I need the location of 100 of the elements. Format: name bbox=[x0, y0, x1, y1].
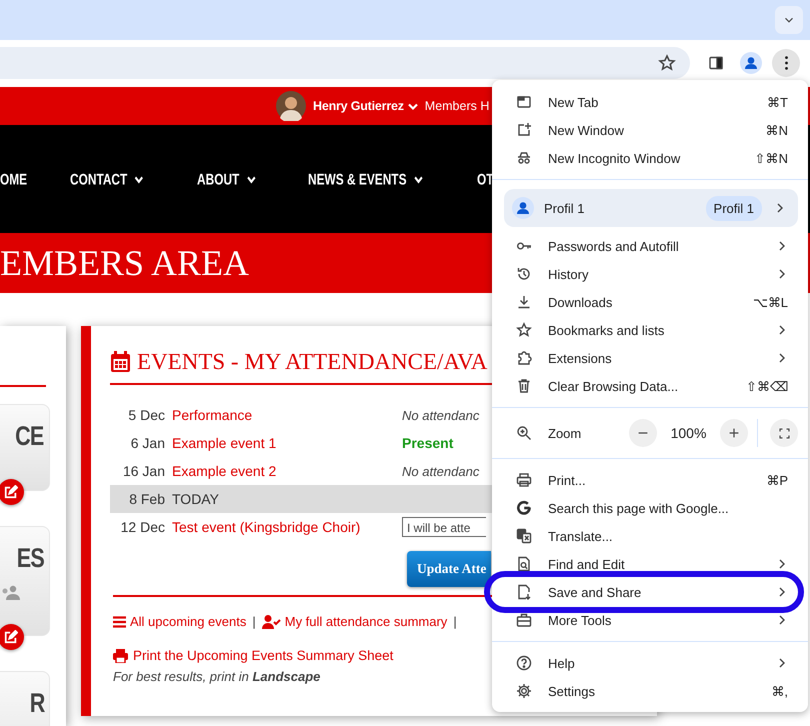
event-date: 12 Dec bbox=[120, 519, 165, 535]
keyboard-shortcut: ⌥⌘L bbox=[752, 294, 788, 310]
menu-item[interactable]: New Tab bbox=[548, 94, 768, 110]
event-link[interactable]: Example event 1 bbox=[172, 435, 402, 451]
people-icon bbox=[0, 585, 20, 601]
menu-item[interactable]: New Incognito Window bbox=[548, 150, 755, 166]
new-window-icon bbox=[516, 122, 532, 138]
page-banner-title: EMBERS AREA bbox=[0, 242, 250, 284]
sidebar-tile[interactable]: ES bbox=[0, 526, 50, 636]
g-logo-icon bbox=[516, 500, 532, 516]
find-page-icon bbox=[516, 556, 532, 572]
edit-button[interactable] bbox=[0, 479, 24, 505]
history-icon bbox=[516, 266, 532, 282]
edit-icon bbox=[4, 630, 18, 644]
menu-item[interactable]: Downloads bbox=[548, 294, 753, 310]
attendance-status: No attendanc bbox=[402, 408, 480, 423]
person-icon bbox=[740, 52, 762, 74]
keyboard-shortcut: ⇧⌘N bbox=[754, 150, 788, 166]
menu-item[interactable]: Save and Share bbox=[548, 584, 770, 600]
edit-icon bbox=[4, 485, 18, 499]
printer-icon bbox=[516, 472, 532, 488]
sidebar-tile[interactable]: CE bbox=[0, 404, 50, 491]
profile-button[interactable] bbox=[737, 49, 765, 77]
event-date: 6 Jan bbox=[130, 435, 165, 451]
menu-item[interactable]: Search this page with Google... bbox=[548, 500, 786, 516]
save-page-icon bbox=[516, 584, 532, 600]
menu-item[interactable]: Help bbox=[548, 656, 770, 670]
menu-button[interactable] bbox=[772, 49, 800, 77]
fullscreen-button[interactable] bbox=[770, 419, 798, 447]
user-check-icon bbox=[262, 614, 281, 628]
side-panel-icon bbox=[708, 55, 724, 71]
nav-link[interactable]: OME bbox=[0, 170, 28, 188]
zoom-in-button[interactable] bbox=[720, 419, 748, 447]
attendance-select[interactable]: I will be atte bbox=[402, 517, 486, 537]
settings-icon bbox=[516, 683, 532, 699]
toolbox-icon bbox=[516, 612, 532, 628]
plus-icon bbox=[727, 426, 741, 440]
menu-label: Zoom bbox=[548, 426, 582, 440]
nav-link[interactable]: OT bbox=[477, 170, 494, 188]
trash-icon bbox=[516, 378, 532, 394]
puzzle-icon bbox=[516, 350, 532, 366]
link-separator: | bbox=[453, 614, 457, 629]
calendar-icon bbox=[110, 351, 131, 373]
star-icon bbox=[658, 54, 676, 72]
menu-item[interactable]: Translate... bbox=[548, 528, 786, 544]
print-note: For best results, print in Landscape bbox=[113, 669, 322, 684]
menu-item[interactable]: Extensions bbox=[548, 350, 770, 366]
zoom-in-icon bbox=[516, 425, 532, 441]
printer-icon bbox=[113, 648, 128, 662]
attendance-status: No attendanc bbox=[402, 464, 480, 479]
link-separator: | bbox=[252, 614, 256, 629]
event-link[interactable]: Example event 2 bbox=[172, 463, 402, 479]
event-date: 8 Feb bbox=[128, 491, 165, 507]
profile-item[interactable]: Profil 1 Profil 1 bbox=[504, 189, 798, 227]
print-link[interactable]: Print the Upcoming Events Summary Sheet bbox=[133, 648, 394, 663]
menu-item[interactable]: Passwords and Autofill bbox=[548, 238, 770, 254]
nav-link[interactable]: NEWS & EVENTS bbox=[308, 170, 424, 188]
sidebar-tile[interactable]: R bbox=[0, 671, 50, 726]
events-link[interactable]: All upcoming events bbox=[130, 614, 246, 629]
person-icon bbox=[512, 197, 534, 219]
today-label: TODAY bbox=[172, 491, 220, 507]
event-link[interactable]: Test event (Kingsbridge Choir) bbox=[172, 519, 402, 535]
nav-link[interactable]: CONTACT bbox=[70, 170, 144, 188]
menu-item[interactable]: Clear Browsing Data... bbox=[548, 378, 746, 394]
keyboard-shortcut: ⌘, bbox=[771, 684, 788, 698]
help-icon bbox=[516, 655, 532, 671]
events-title: EVENTS - MY ATTENDANCE/AVA bbox=[137, 349, 488, 375]
attendance-status: Present bbox=[402, 435, 454, 451]
incognito-icon bbox=[516, 150, 532, 166]
profile-badge: Profil 1 bbox=[706, 196, 762, 220]
keyboard-shortcut: ⇧⌘⌫ bbox=[746, 378, 788, 394]
menu-item[interactable]: New Window bbox=[548, 122, 766, 138]
event-link[interactable]: Performance bbox=[172, 407, 402, 423]
menu-item[interactable]: More Tools bbox=[548, 612, 770, 628]
menu-item[interactable]: Find and Edit bbox=[548, 556, 770, 572]
user-menu-link[interactable]: Henry Gutierrez bbox=[313, 99, 419, 113]
event-date: 5 Dec bbox=[127, 407, 165, 423]
zoom-level: 100% bbox=[670, 425, 708, 441]
translate-icon bbox=[516, 528, 532, 544]
keyboard-shortcut: ⌘P bbox=[766, 472, 788, 488]
download-icon bbox=[516, 294, 532, 310]
keyboard-shortcut: ⌘T bbox=[767, 94, 788, 110]
edit-button[interactable] bbox=[0, 624, 24, 650]
star-icon bbox=[516, 322, 532, 338]
fullscreen-icon bbox=[778, 426, 790, 440]
members-link[interactable]: Members H bbox=[424, 99, 490, 113]
events-link[interactable]: My full attendance summary bbox=[284, 614, 448, 629]
menu-icon bbox=[784, 56, 788, 70]
keyboard-shortcut: ⌘N bbox=[766, 122, 788, 138]
avatar-icon bbox=[276, 91, 306, 121]
caret-icon bbox=[406, 102, 419, 110]
tab-icon bbox=[516, 94, 532, 110]
event-date: 16 Jan bbox=[122, 463, 165, 479]
nav-link[interactable]: ABOUT bbox=[197, 170, 256, 188]
list-icon bbox=[113, 616, 126, 628]
menu-item[interactable]: History bbox=[548, 266, 770, 282]
menu-item[interactable]: Bookmarks and lists bbox=[548, 322, 770, 338]
update-attendance-button[interactable]: Update Atte bbox=[407, 551, 491, 587]
menu-item[interactable]: Print... bbox=[548, 472, 766, 488]
menu-item[interactable]: Settings bbox=[548, 684, 772, 698]
